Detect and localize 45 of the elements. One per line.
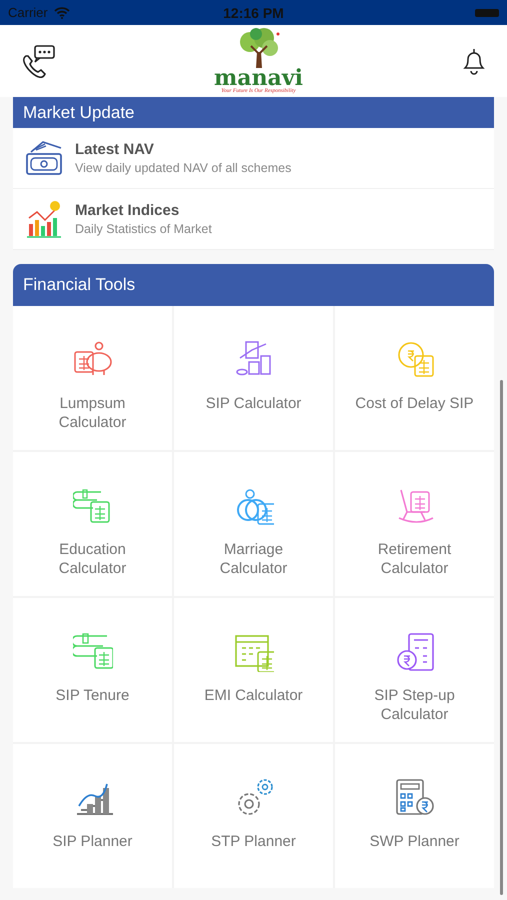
item-title: Latest NAV — [75, 141, 155, 158]
tool-tile[interactable]: SIP Step-up Calculator — [335, 598, 494, 742]
tool-label: STP Planner — [210, 832, 297, 851]
tool-tile[interactable]: Lumpsum Calculator — [13, 306, 172, 450]
tool-label: SIP Calculator — [204, 394, 302, 413]
brand-name: manavi — [214, 68, 303, 88]
tool-tile[interactable]: SWP Planner — [335, 744, 494, 888]
tool-label: SIP Planner — [52, 832, 134, 851]
calendar-icon — [234, 632, 274, 672]
item-title: Market Indices — [75, 202, 180, 219]
tool-label: Education Calculator — [58, 540, 128, 578]
market-list-item[interactable]: Market Indices Daily Statistics of Market — [13, 189, 494, 250]
tool-label: EMI Calculator — [203, 686, 304, 705]
tool-tile[interactable]: Education Calculator — [13, 452, 172, 596]
books-calculator-icon — [72, 632, 112, 672]
tool-label: SIP Step-up Calculator — [373, 686, 456, 724]
tool-label: Marriage Calculator — [218, 540, 288, 578]
tool-tile[interactable]: SIP Calculator — [174, 306, 333, 450]
wifi-icon — [54, 6, 70, 18]
tool-tile[interactable]: SIP Tenure — [13, 598, 172, 742]
tool-label: SIP Tenure — [54, 686, 130, 705]
tool-tile[interactable]: Retirement Calculator — [335, 452, 494, 596]
section-title: Market Update — [23, 102, 134, 122]
tool-tile[interactable]: SIP Planner — [13, 744, 172, 888]
calculator-money-bag-icon — [394, 778, 434, 818]
item-subtitle: Daily Statistics of Market — [75, 222, 212, 236]
bar-chart-icon — [25, 200, 63, 238]
item-subtitle: View daily updated NAV of all schemes — [75, 161, 292, 175]
phone-chat-icon[interactable] — [20, 44, 56, 78]
carrier-label: Carrier — [8, 5, 48, 20]
money-bag-calculator-icon — [394, 632, 434, 672]
notification-bell-icon[interactable] — [461, 47, 487, 75]
tool-tile[interactable]: EMI Calculator — [174, 598, 333, 742]
tool-tile[interactable]: Cost of Delay SIP — [335, 306, 494, 450]
status-time: 12:16 PM — [223, 4, 284, 20]
tool-tile[interactable]: Marriage Calculator — [174, 452, 333, 596]
tool-label: Cost of Delay SIP — [354, 394, 474, 413]
tool-label: SWP Planner — [368, 832, 460, 851]
battery-icon — [474, 8, 499, 16]
tool-label: Lumpsum Calculator — [58, 394, 128, 432]
banknote-icon — [25, 140, 63, 176]
tool-tile[interactable]: STP Planner — [174, 744, 333, 888]
tool-label: Retirement Calculator — [376, 540, 452, 578]
section-title: Financial Tools — [23, 275, 136, 295]
market-list-item[interactable]: Latest NAV View daily updated NAV of all schemes — [13, 128, 494, 189]
